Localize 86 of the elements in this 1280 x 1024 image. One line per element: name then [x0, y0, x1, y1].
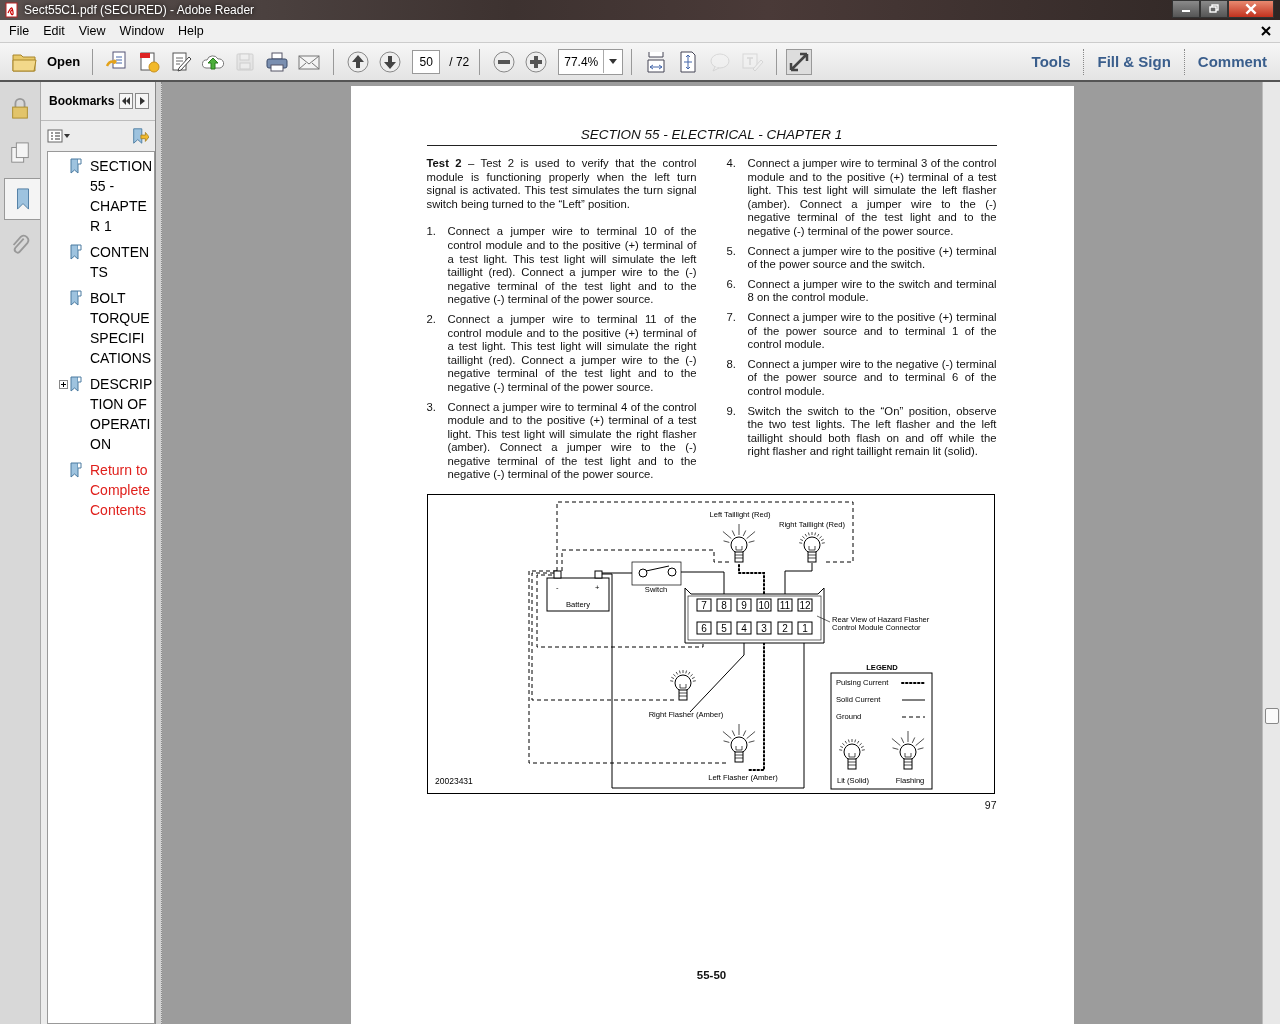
menu-item[interactable]: View — [71, 24, 113, 38]
battery-drawing — [546, 570, 609, 612]
close-icon[interactable] — [1261, 26, 1271, 36]
figure-number: 20023431 — [434, 776, 473, 786]
pdf-file-icon — [4, 2, 20, 18]
page-number-field[interactable]: 50 — [412, 49, 441, 74]
menu-item[interactable]: Edit — [36, 24, 72, 38]
scrollbar-thumb[interactable] — [1265, 708, 1279, 724]
bookmark-icon — [70, 462, 82, 478]
open-button[interactable]: Open — [8, 50, 85, 73]
step-number: 5. — [726, 244, 737, 259]
pages-icon — [9, 141, 31, 165]
plus-icon — [524, 49, 549, 74]
sign-icon — [169, 49, 194, 74]
expand-icon[interactable] — [59, 380, 68, 389]
step-number: 2. — [426, 312, 437, 327]
paragraph: Test 2 – Test 2 is used to verify that the control module is functioning properly when the left turn signal is activated. This test simulates the turn signal switch being turned to the “Left” position. — [426, 157, 697, 212]
step-number: 3. — [426, 400, 437, 415]
step-text: Connect a jumper wire to terminal 4 of the control module and to the positive (+) terminal of a test light. This test light will simulate the right flasher (amber). Connect a jumper wire to the (-) negative terminal of the test light and to the negative (-) terminal of the power source. — [447, 400, 697, 483]
menu-item[interactable]: Help — [171, 24, 211, 38]
terminal-pin: 10 — [756, 598, 771, 612]
options-icon[interactable] — [47, 129, 71, 143]
leader-line — [816, 615, 830, 623]
menu-item[interactable]: File — [2, 24, 37, 38]
bookmark-item[interactable]: Return to Complete Contents — [90, 460, 153, 520]
bookmark-icon — [70, 244, 82, 260]
window-title: Sect55C1.pdf (SECURED) - Adobe Reader — [24, 3, 255, 17]
terminal-pin: 11 — [777, 598, 792, 612]
restore-button[interactable] — [1200, 0, 1228, 18]
switch-drawing — [631, 561, 681, 586]
menu-item[interactable]: Window — [112, 24, 172, 38]
step-number: 6. — [726, 277, 737, 292]
panel-title: Bookmarks — [49, 94, 115, 108]
convert-icon — [137, 49, 162, 74]
step-number: 1. — [426, 225, 437, 240]
terminal-pin: 9 — [736, 598, 751, 612]
terminal-pin: 8 — [716, 598, 731, 612]
double-left-arrow-icon — [121, 96, 132, 106]
zoom-dropdown[interactable]: 77.4% — [558, 48, 624, 75]
step-text: Switch the switch to the “On” position, observe the two test lights. The left flasher and the left taillight should both flash on and off while the right flasher and right taillight remain lit (solid). — [747, 404, 997, 459]
step-text: Connect a jumper wire to the switch and terminal 8 on the control module. — [747, 277, 997, 305]
bookmark-icon — [70, 376, 82, 392]
page-footer: 55-50 — [426, 969, 997, 981]
new-bookmark-icon[interactable] — [131, 127, 149, 145]
step-number: 7. — [726, 310, 737, 325]
panel-link[interactable]: Fill & Sign — [1084, 53, 1184, 70]
terminal-pin: 3 — [756, 621, 771, 635]
collapse-panel-button[interactable] — [119, 93, 134, 109]
step-number: 8. — [726, 357, 737, 372]
bookmark-icon — [70, 158, 82, 174]
terminal-pin: 1 — [797, 621, 812, 635]
bookmark-item[interactable]: BOLT TORQUE SPECIFICATIONS — [90, 288, 153, 368]
step-number: 9. — [726, 404, 737, 419]
scrollbar[interactable] — [1262, 82, 1280, 1024]
expand-panel-button[interactable] — [135, 93, 150, 109]
terminal-pin: 2 — [777, 621, 792, 635]
bookmark-item[interactable]: SECTION 55 - CHAPTER 1 — [90, 156, 153, 236]
bookmark-item[interactable]: CONTENTS — [90, 242, 153, 282]
bookmark-icon — [70, 290, 82, 306]
step-text: Connect a jumper wire to terminal 3 of the control module and to the positive (+) terminal of a test light. This test light will simulate the left flasher (amber). Connect a jumper wire to the (-) negative terminal of the test light and to the negative (-) terminal of the power source. — [747, 157, 997, 239]
terminal-pin: 12 — [797, 598, 812, 612]
terminal-pin: 7 — [696, 598, 711, 612]
step-text: Connect a jumper wire to the positive (+) terminal of the power source and the switch. — [747, 244, 997, 272]
minus-icon — [492, 49, 517, 74]
print-icon — [265, 49, 290, 74]
lock-icon — [9, 96, 31, 120]
bookmark-item[interactable]: DESCRIPTION OF OPERATION — [90, 374, 153, 454]
step-text: Connect a jumper wire to the negative (-) terminal of the power source and to terminal 6 of the control module. — [747, 357, 997, 399]
minimize-button[interactable] — [1172, 0, 1200, 18]
terminal-pin: 5 — [716, 621, 731, 635]
close-icon — [1244, 3, 1258, 15]
close-button[interactable] — [1228, 0, 1274, 18]
step-text: Connect a jumper wire to terminal 10 of the control module and to the positive (+) terminal of a test light. This test light will simulate the left taillight (red). Connect a jumper wire to the (-) negative terminal of the test light and to the negative (-) terminal of the power source. — [447, 225, 697, 307]
page-total: / 72 — [449, 54, 470, 69]
step-text: Connect a jumper wire to the positive (+) terminal of the power source and to terminal 1 of the control module. — [747, 310, 997, 352]
panel-link[interactable]: Comment — [1184, 53, 1280, 70]
restore-icon — [1208, 4, 1220, 14]
section-header: SECTION 55 - ELECTRICAL - CHAPTER 1 — [426, 127, 997, 146]
bookmarks-tab[interactable] — [4, 178, 40, 220]
page-number: 97 — [983, 799, 997, 811]
step-number: 4. — [726, 157, 737, 171]
terminal-pin: 6 — [696, 621, 711, 635]
full-screen-button[interactable] — [786, 48, 813, 75]
panel-link[interactable]: Tools — [1018, 53, 1084, 70]
terminal-pin: 4 — [736, 621, 751, 635]
step-text: Connect a jumper wire to terminal 11 of the control module and to the positive (+) terminal of a test light. This test light will simulate the right taillight (red). Connect a jumper wire to the (-) negative terminal of the test light and to the negative (-) terminal of the power source. — [447, 312, 697, 395]
